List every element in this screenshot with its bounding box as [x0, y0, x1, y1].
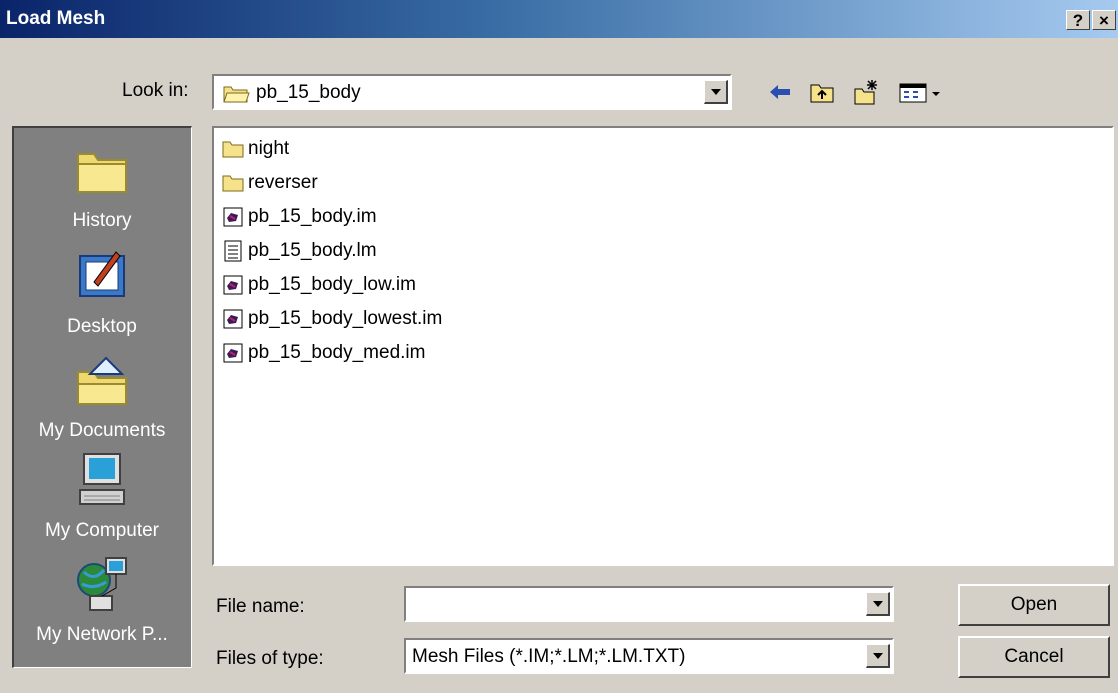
file-name: pb_15_body_med.im [248, 342, 426, 363]
file-name-dropdown-arrow[interactable] [866, 592, 890, 616]
file-name-input[interactable] [410, 592, 864, 618]
new-folder-icon[interactable] [852, 78, 880, 106]
folder-icon [222, 175, 244, 192]
window-title: Load Mesh [6, 8, 106, 29]
my-documents-icon [77, 356, 127, 405]
place-label: My Computer [44, 520, 160, 541]
place-network[interactable]: My Network P... [14, 554, 190, 646]
history-icon [77, 153, 127, 193]
place-my-documents[interactable]: My Documents [14, 350, 190, 442]
list-item-pb-15-body-lm[interactable]: pb_15_body.lm [222, 236, 377, 266]
file-type-dropdown[interactable]: Mesh Files (*.IM;*.LM;*.LM.TXT) [404, 638, 894, 674]
file-name-combobox[interactable] [404, 586, 894, 622]
cancel-button[interactable]: Cancel [958, 636, 1110, 678]
file-type-label: Files of type: [216, 648, 324, 669]
list-item-pb-15-body-lowest-im[interactable]: pb_15_body_lowest.im [222, 304, 442, 334]
chevron-down-icon [873, 653, 883, 659]
file-name: pb_15_body_lowest.im [248, 308, 443, 329]
title-bar[interactable]: Load Mesh ? × [0, 0, 1118, 38]
open-button[interactable]: Open [958, 584, 1110, 626]
place-desktop[interactable]: Desktop [14, 246, 190, 338]
place-my-computer[interactable]: My Computer [14, 450, 190, 542]
close-button[interactable]: × [1092, 10, 1116, 30]
file-type-value: Mesh Files (*.IM;*.LM;*.LM.TXT) [412, 646, 686, 667]
list-item-pb-15-body-im[interactable]: pb_15_body.im [222, 202, 377, 232]
chevron-down-icon [873, 601, 883, 607]
mesh-file-icon [223, 207, 243, 227]
folder-icon [222, 141, 244, 158]
network-places-icon [77, 557, 127, 611]
list-item-pb-15-body-low-im[interactable]: pb_15_body_low.im [222, 270, 416, 300]
place-history[interactable]: History [14, 140, 190, 232]
mesh-file-icon [223, 343, 243, 363]
mesh-file-icon [223, 275, 243, 295]
back-icon[interactable] [766, 78, 794, 106]
look-in-dropdown[interactable]: pb_15_body [212, 74, 732, 110]
view-menu-icon[interactable] [896, 78, 946, 106]
places-bar: History Desktop My Documents My Computer [12, 126, 192, 668]
desktop-icon [79, 251, 125, 297]
help-button[interactable]: ? [1066, 10, 1090, 30]
place-label: Desktop [67, 316, 137, 337]
up-folder-icon[interactable] [808, 78, 836, 106]
file-name: pb_15_body_low.im [248, 274, 416, 295]
place-label: My Documents [38, 420, 166, 441]
look-in-dropdown-arrow[interactable] [704, 80, 728, 104]
file-type-dropdown-arrow[interactable] [866, 644, 890, 668]
look-in-value: pb_15_body [256, 82, 361, 103]
list-item-night[interactable]: night [222, 134, 289, 164]
file-list[interactable]: night reverser pb_15_body.im pb_15_body.… [212, 126, 1114, 566]
file-name: night [248, 138, 290, 159]
place-label: History [72, 210, 132, 231]
list-item-pb-15-body-med-im[interactable]: pb_15_body_med.im [222, 338, 425, 368]
open-folder-icon [223, 86, 250, 103]
text-file-icon [224, 240, 242, 262]
place-label: My Network P... [36, 624, 168, 645]
my-computer-icon [79, 453, 125, 505]
look-in-label: Look in: [122, 80, 189, 101]
file-name: pb_15_body.im [248, 206, 377, 227]
mesh-file-icon [223, 309, 243, 329]
chevron-down-icon [711, 89, 721, 95]
file-name: reverser [248, 172, 318, 193]
list-item-reverser[interactable]: reverser [222, 168, 318, 198]
file-name: pb_15_body.lm [248, 240, 377, 261]
file-name-label: File name: [216, 596, 305, 617]
